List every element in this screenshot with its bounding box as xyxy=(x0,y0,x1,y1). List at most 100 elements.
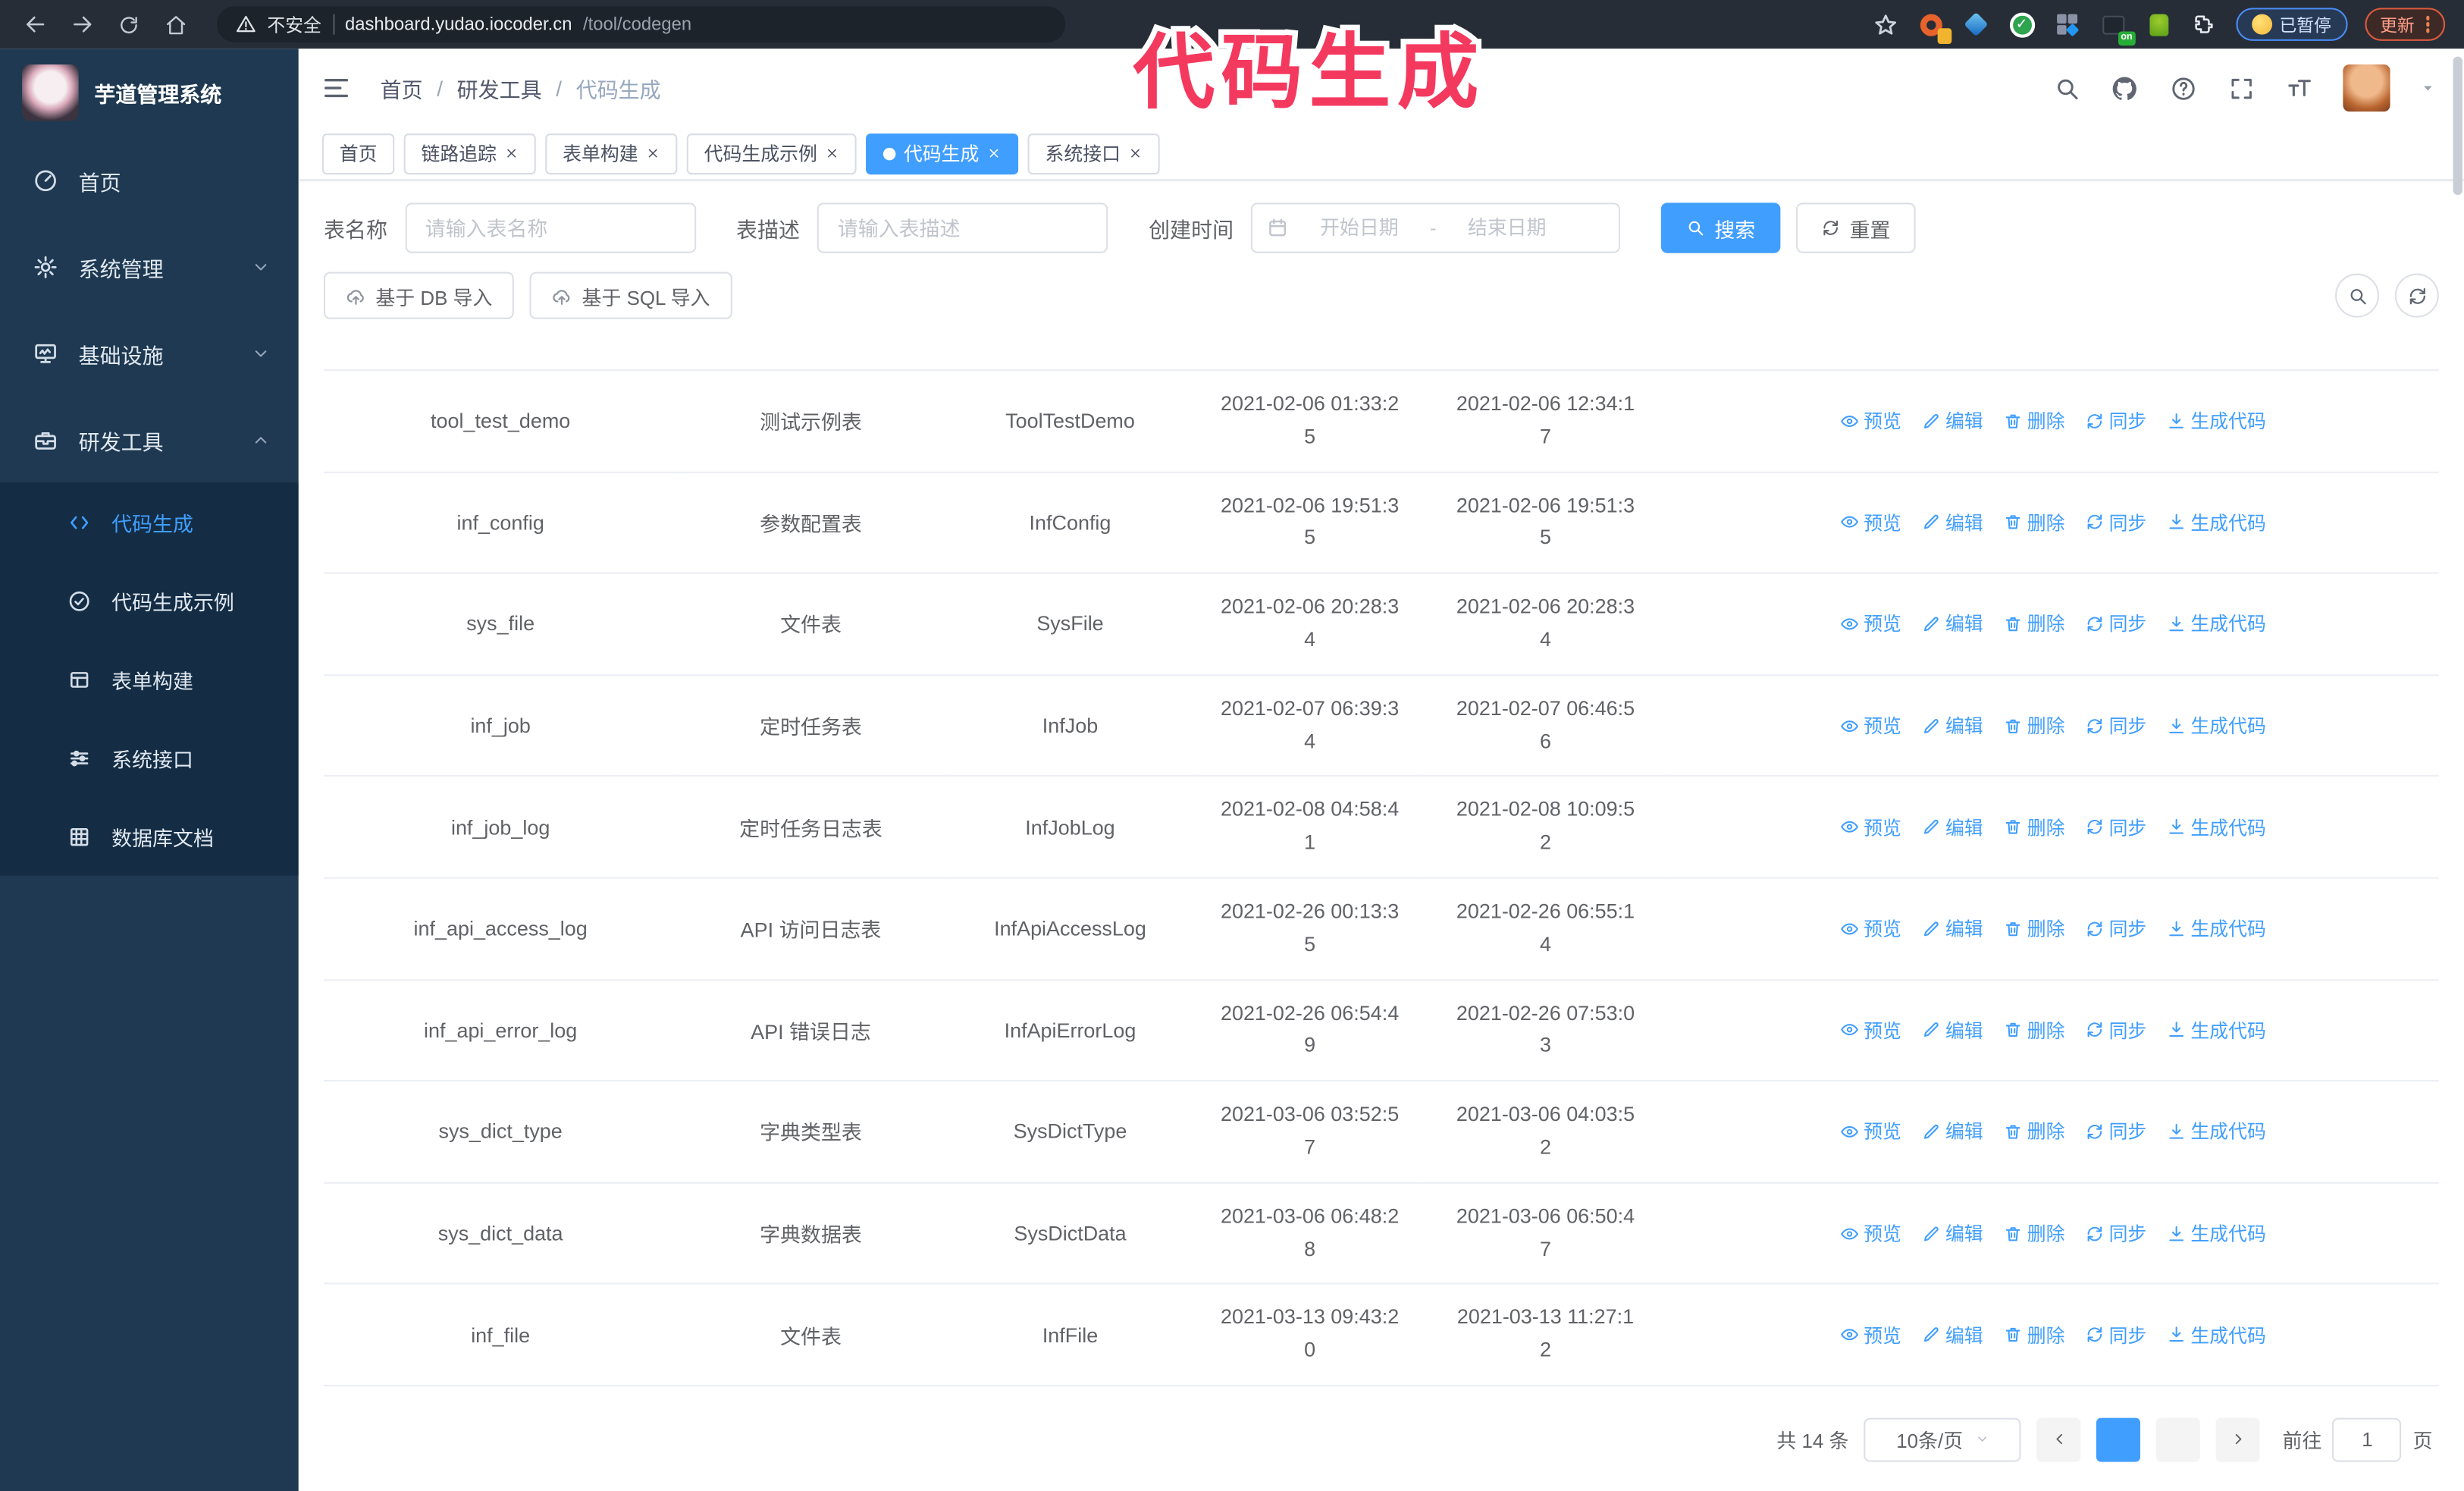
tab[interactable]: 链路追踪 xyxy=(403,133,536,174)
row-action-link[interactable]: 删除 xyxy=(2004,611,2065,637)
collapse-menu-icon[interactable] xyxy=(321,72,352,103)
page-number-button[interactable] xyxy=(2156,1417,2201,1462)
row-action-link[interactable]: 删除 xyxy=(2004,915,2065,942)
browser-reload-button[interactable] xyxy=(110,5,148,43)
row-action-link[interactable]: 同步 xyxy=(2085,1220,2146,1247)
row-action-link[interactable]: 删除 xyxy=(2004,1017,2065,1044)
sidebar-subitem[interactable]: 系统接口 xyxy=(0,718,299,797)
row-action-link[interactable]: 预览 xyxy=(1840,1119,1901,1145)
close-icon[interactable] xyxy=(1128,146,1143,161)
tab[interactable]: 首页 xyxy=(321,133,395,174)
next-page-button[interactable] xyxy=(2216,1417,2261,1462)
search-icon[interactable] xyxy=(2052,74,2080,102)
row-action-link[interactable]: 删除 xyxy=(2004,407,2065,434)
row-action-link[interactable]: 同步 xyxy=(2085,1321,2146,1348)
row-action-link[interactable]: 预览 xyxy=(1840,407,1901,434)
row-action-link[interactable]: 生成代码 xyxy=(2167,814,2266,840)
extensions-puzzle-icon[interactable] xyxy=(2190,10,2218,38)
tab[interactable]: 代码生成示例 xyxy=(686,133,857,174)
row-action-link[interactable]: 编辑 xyxy=(1922,1119,1983,1145)
sidebar-subitem[interactable]: 代码生成 xyxy=(0,482,299,561)
sidebar-item-gear[interactable]: 系统管理 xyxy=(0,223,299,309)
row-action-link[interactable]: 删除 xyxy=(2004,509,2065,535)
sidebar-subitem[interactable]: 代码生成示例 xyxy=(0,561,299,640)
row-action-link[interactable]: 编辑 xyxy=(1922,814,1983,840)
row-action-link[interactable]: 编辑 xyxy=(1922,611,1983,637)
sidebar-subitem[interactable]: 表单构建 xyxy=(0,640,299,719)
row-action-link[interactable]: 编辑 xyxy=(1922,1220,1983,1247)
row-action-link[interactable]: 生成代码 xyxy=(2167,712,2266,739)
row-action-link[interactable]: 同步 xyxy=(2085,712,2146,739)
page-size-select[interactable]: 10条/页 xyxy=(1864,1417,2022,1462)
breadcrumb-item[interactable]: 首页 xyxy=(381,72,423,103)
row-action-link[interactable]: 编辑 xyxy=(1922,712,1983,739)
close-icon[interactable] xyxy=(646,146,660,161)
sidebar-item-monitor[interactable]: 基础设施 xyxy=(0,309,299,396)
row-action-link[interactable]: 预览 xyxy=(1840,611,1901,637)
sidebar-item-toolbox[interactable]: 研发工具 xyxy=(0,396,299,482)
extension-icon[interactable]: ✓ xyxy=(2008,10,2036,38)
row-action-link[interactable]: 同步 xyxy=(2085,915,2146,942)
refresh-table-button[interactable] xyxy=(2394,273,2439,318)
row-action-link[interactable]: 同步 xyxy=(2085,1017,2146,1044)
row-action-link[interactable]: 删除 xyxy=(2004,1119,2065,1145)
row-action-link[interactable]: 同步 xyxy=(2085,814,2146,840)
prev-page-button[interactable] xyxy=(2037,1417,2082,1462)
end-date-input[interactable] xyxy=(1442,215,1572,241)
extension-icon[interactable] xyxy=(1962,10,1990,38)
row-action-link[interactable]: 编辑 xyxy=(1922,915,1983,942)
row-action-link[interactable]: 删除 xyxy=(2004,814,2065,840)
row-action-link[interactable]: 生成代码 xyxy=(2167,1220,2266,1247)
font-size-icon[interactable] xyxy=(2285,74,2313,102)
import-sql-button[interactable]: 基于 SQL 导入 xyxy=(530,272,732,319)
import-db-button[interactable]: 基于 DB 导入 xyxy=(323,272,515,319)
extension-icon[interactable] xyxy=(2053,10,2081,38)
row-action-link[interactable]: 生成代码 xyxy=(2167,407,2266,434)
row-action-link[interactable]: 删除 xyxy=(2004,1321,2065,1348)
row-action-link[interactable]: 预览 xyxy=(1840,915,1901,942)
row-action-link[interactable]: 生成代码 xyxy=(2167,611,2266,637)
browser-back-button[interactable] xyxy=(16,5,54,43)
row-action-link[interactable]: 生成代码 xyxy=(2167,915,2266,942)
browser-update-button[interactable]: 更新 xyxy=(2364,8,2446,41)
row-action-link[interactable]: 预览 xyxy=(1840,1017,1901,1044)
row-action-link[interactable]: 预览 xyxy=(1840,814,1901,840)
row-action-link[interactable]: 编辑 xyxy=(1922,1017,1983,1044)
row-action-link[interactable]: 预览 xyxy=(1840,509,1901,535)
close-icon[interactable] xyxy=(987,146,1002,161)
fullscreen-icon[interactable] xyxy=(2227,74,2255,102)
bookmark-star-icon[interactable] xyxy=(1871,10,1899,38)
tab[interactable]: 代码生成 xyxy=(866,133,1019,174)
extension-icon[interactable] xyxy=(1917,10,1951,43)
goto-page-input[interactable] xyxy=(2332,1417,2403,1462)
user-avatar[interactable] xyxy=(2343,64,2390,112)
start-date-input[interactable] xyxy=(1294,215,1424,241)
row-action-link[interactable]: 生成代码 xyxy=(2167,509,2266,535)
reset-button[interactable]: 重置 xyxy=(1796,202,1916,253)
row-action-link[interactable]: 同步 xyxy=(2085,509,2146,535)
row-action-link[interactable]: 同步 xyxy=(2085,407,2146,434)
close-icon[interactable] xyxy=(504,146,519,161)
toggle-search-button[interactable] xyxy=(2335,273,2380,318)
github-icon[interactable] xyxy=(2111,74,2139,102)
extension-icon[interactable]: on xyxy=(2099,10,2135,46)
address-bar[interactable]: 不安全 dashboard.yudao.iocoder.cn/tool/code… xyxy=(217,6,1066,42)
row-action-link[interactable]: 生成代码 xyxy=(2167,1119,2266,1145)
row-action-link[interactable]: 预览 xyxy=(1840,712,1901,739)
row-action-link[interactable]: 同步 xyxy=(2085,1119,2146,1145)
sidebar-item-dashboard[interactable]: 首页 xyxy=(0,137,299,223)
date-range-picker[interactable]: - xyxy=(1250,202,1620,253)
close-icon[interactable] xyxy=(825,146,839,161)
sidebar-subitem[interactable]: 数据库文档 xyxy=(0,797,299,876)
row-action-link[interactable]: 预览 xyxy=(1840,1220,1901,1247)
scrollbar-thumb[interactable] xyxy=(2453,56,2462,196)
table-name-input[interactable] xyxy=(404,202,696,253)
page-number-button[interactable] xyxy=(2096,1417,2141,1462)
tab[interactable]: 表单构建 xyxy=(545,133,678,174)
search-button[interactable]: 搜索 xyxy=(1660,202,1781,253)
breadcrumb-item[interactable]: 研发工具 xyxy=(457,72,542,103)
row-action-link[interactable]: 删除 xyxy=(2004,1220,2065,1247)
browser-home-button[interactable] xyxy=(157,5,195,43)
row-action-link[interactable]: 删除 xyxy=(2004,712,2065,739)
row-action-link[interactable]: 同步 xyxy=(2085,611,2146,637)
